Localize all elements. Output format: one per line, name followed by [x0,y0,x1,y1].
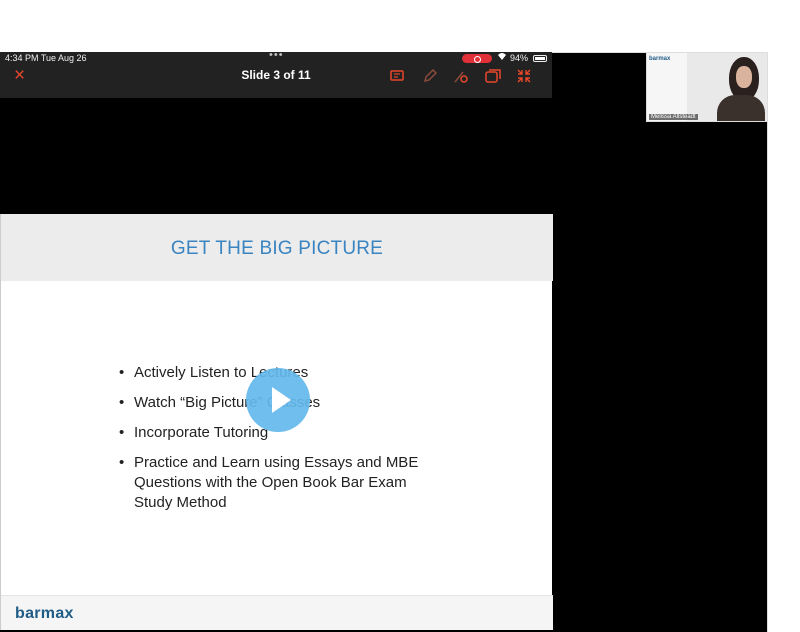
participant-body [717,95,765,121]
presenter-notes-icon[interactable] [388,67,406,85]
slide-navigator-icon[interactable] [484,67,502,85]
play-button[interactable] [246,368,310,432]
battery-percentage: 94% [510,53,529,63]
participant-name: Melissa Allsteadt [649,114,698,120]
status-time: 4:34 PM Tue Aug 26 [5,53,87,63]
slideshow-toolbar: × Slide 3 of 11 [0,64,552,98]
play-icon [272,387,291,413]
battery-icon [533,55,547,62]
slide-header: GET THE BIG PICTURE [1,214,553,281]
list-item: Practice and Learn using Essays and MBE … [119,453,439,513]
barmax-mini-logo: barmax [649,56,671,62]
pencil-icon[interactable] [421,67,439,85]
background-banner [647,53,687,121]
participant-video-thumbnail[interactable]: barmax 🏛 Melissa Allsteadt [646,52,768,122]
barmax-logo: barmax [15,605,74,622]
exit-fullscreen-icon[interactable] [515,67,533,85]
slide-title: GET THE BIG PICTURE [170,238,384,259]
slide-footer: barmax [1,595,553,630]
laser-pointer-icon[interactable] [452,67,470,85]
ios-status-bar: 4:34 PM Tue Aug 26 ••• 94% [0,49,552,64]
multitasking-dots[interactable]: ••• [269,49,284,61]
participant-face [736,66,752,88]
wifi-icon [497,52,507,63]
screen-recording-icon[interactable] [462,54,492,63]
